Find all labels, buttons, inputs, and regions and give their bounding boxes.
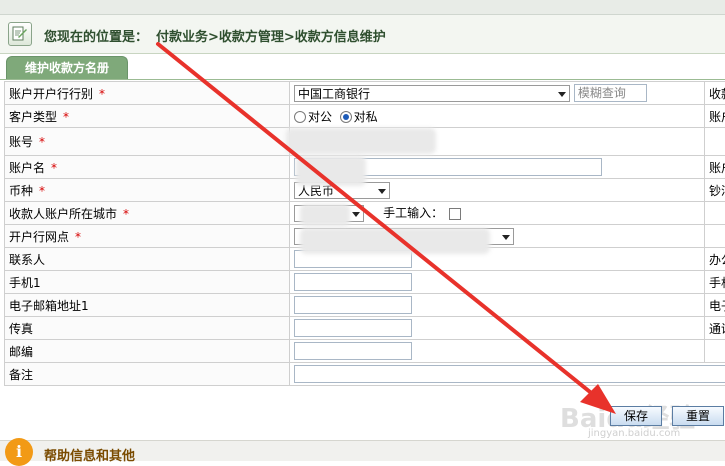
bank-ext-label: 收款 — [705, 82, 725, 105]
required-mark: * — [123, 207, 129, 221]
tab-divider — [0, 79, 725, 80]
account-name-ext-label: 账户 — [705, 156, 725, 179]
contact-label: 联系人 — [5, 248, 290, 271]
mobile-ext-label: 手机 — [705, 271, 725, 294]
form-row-customer-type: 客户类型 * 对公 对私 账户 — [5, 105, 725, 128]
manual-input-label: 手工输入： — [383, 206, 443, 220]
info-icon: i — [5, 438, 33, 466]
watermark-url: jingyan.baidu.com — [588, 428, 680, 439]
postcode-label: 邮编 — [5, 340, 290, 363]
postcode-input[interactable] — [294, 342, 412, 360]
redacted-account-number — [286, 128, 436, 154]
city-label: 收款人账户所在城市 — [9, 207, 117, 221]
reset-button[interactable]: 重置 — [672, 406, 724, 426]
bank-fuzzy-search-input[interactable]: 模糊查询 — [574, 84, 647, 102]
top-bar — [0, 0, 725, 15]
location-prefix: 您现在的位置是： — [44, 26, 148, 45]
required-mark: * — [75, 230, 81, 244]
chevron-down-icon — [352, 212, 360, 217]
redacted-account-name — [296, 156, 366, 186]
remark-label: 备注 — [5, 363, 290, 386]
breadcrumb: 付款业务>收款方管理>收款方信息维护 — [156, 26, 386, 45]
radio-private[interactable] — [340, 111, 352, 123]
bank-label: 账户开户行行别 — [9, 87, 93, 101]
account-name-label: 账户名 — [9, 161, 45, 175]
form-row-postcode: 邮编 — [5, 340, 725, 363]
form-row-city: 收款人账户所在城市 * 手工输入： — [5, 202, 725, 225]
radio-public-label: 对公 — [308, 110, 332, 124]
chevron-down-icon — [558, 92, 566, 97]
form-row-bank: 账户开户行行别 * 中国工商银行 模糊查询 收款 — [5, 82, 725, 105]
edit-document-icon — [8, 22, 32, 46]
required-mark: * — [63, 110, 69, 124]
fax-input[interactable] — [294, 319, 412, 337]
redacted-city — [300, 204, 350, 226]
location-bar: 您现在的位置是： 付款业务>收款方管理>收款方信息维护 — [0, 15, 725, 54]
required-mark: * — [39, 184, 45, 198]
chevron-down-icon — [378, 189, 386, 194]
radio-private-label: 对私 — [354, 110, 378, 124]
required-mark: * — [39, 135, 45, 149]
mobile-label: 手机1 — [5, 271, 290, 294]
bank-select[interactable]: 中国工商银行 — [294, 85, 570, 102]
help-bar: i 帮助信息和其他 — [0, 440, 725, 461]
radio-public[interactable] — [294, 111, 306, 123]
currency-ext-label: 钞汇 — [705, 179, 725, 202]
email-label: 电子邮箱地址1 — [5, 294, 290, 317]
save-button[interactable]: 保存 — [610, 406, 662, 426]
customer-type-label: 客户类型 — [9, 110, 57, 124]
redacted-branch — [300, 228, 490, 254]
customer-type-ext-label: 账户 — [705, 105, 725, 128]
email-input[interactable] — [294, 296, 412, 314]
form-row-mobile: 手机1 手机 — [5, 271, 725, 294]
chevron-down-icon — [502, 235, 510, 240]
email-ext-label: 电子 — [705, 294, 725, 317]
contact-ext-label: 办公 — [705, 248, 725, 271]
branch-label: 开户行网点 — [9, 230, 69, 244]
account-no-label: 账号 — [9, 135, 33, 149]
fax-ext-label: 通讯 — [705, 317, 725, 340]
form-row-fax: 传真 通讯 — [5, 317, 725, 340]
form-row-email: 电子邮箱地址1 电子 — [5, 294, 725, 317]
required-mark: * — [99, 87, 105, 101]
manual-input-checkbox[interactable] — [449, 208, 461, 220]
bank-select-value: 中国工商银行 — [298, 87, 370, 101]
currency-label: 币种 — [9, 184, 33, 198]
form-row-remark: 备注 — [5, 363, 725, 386]
required-mark: * — [51, 161, 57, 175]
help-title[interactable]: 帮助信息和其他 — [44, 445, 135, 464]
tab-maintain-payee-list[interactable]: 维护收款方名册 — [6, 56, 128, 79]
fax-label: 传真 — [5, 317, 290, 340]
mobile-input[interactable] — [294, 273, 412, 291]
remark-input[interactable] — [294, 365, 725, 383]
